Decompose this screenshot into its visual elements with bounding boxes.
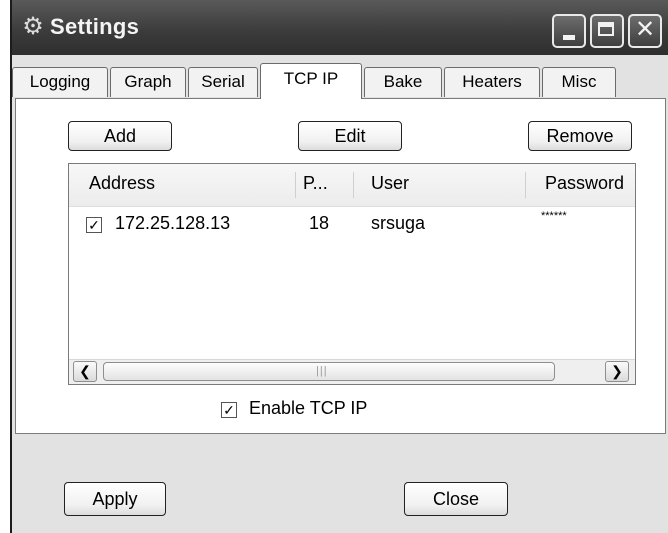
enable-tcp-ip-label[interactable]: Enable TCP IP xyxy=(249,398,367,419)
cell-port: 18 xyxy=(309,213,330,233)
scrollbar-thumb[interactable]: ||| xyxy=(103,362,555,381)
remove-button[interactable]: Remove xyxy=(528,121,632,151)
scroll-right-button[interactable]: ❯ xyxy=(605,361,629,382)
cell-address: 172.25.128.13 xyxy=(115,213,231,233)
cell-user: srsuga xyxy=(371,213,426,233)
tab-bake[interactable]: Bake xyxy=(364,67,442,97)
gear-icon: ⚙ xyxy=(22,13,44,40)
column-divider[interactable] xyxy=(295,172,296,198)
tab-graph[interactable]: Graph xyxy=(110,67,186,97)
tcp-ip-panel: Add Edit Remove Address P... User Passwo… xyxy=(15,98,666,434)
title-bar[interactable]: ⚙ Settings ✕ xyxy=(12,0,668,55)
minimize-icon xyxy=(563,35,575,40)
column-port[interactable]: P... xyxy=(303,173,328,194)
window-title: Settings xyxy=(50,14,140,39)
row-checkbox[interactable]: ✓ xyxy=(86,217,102,233)
minimize-button[interactable] xyxy=(552,14,586,48)
table-row[interactable]: ✓ 172.25.128.13 18 srsuga ****** xyxy=(69,210,635,240)
maximize-icon xyxy=(598,22,614,36)
chevron-left-icon: ❮ xyxy=(79,363,91,379)
close-icon: ✕ xyxy=(634,16,656,43)
list-header: Address P... User Password xyxy=(69,164,635,207)
column-address[interactable]: Address xyxy=(89,173,155,194)
chevron-right-icon: ❯ xyxy=(611,363,623,379)
cell-password: ****** xyxy=(541,210,567,222)
scroll-left-button[interactable]: ❮ xyxy=(73,361,97,382)
column-divider[interactable] xyxy=(353,172,354,198)
horizontal-scrollbar[interactable]: ❮ ||| ❯ xyxy=(69,359,635,384)
maximize-button[interactable] xyxy=(590,14,624,48)
edit-button[interactable]: Edit xyxy=(298,121,402,151)
tab-logging[interactable]: Logging xyxy=(12,67,108,97)
tab-serial[interactable]: Serial xyxy=(188,67,258,97)
tab-strip: Logging Graph Serial TCP IP Bake Heaters… xyxy=(12,63,668,99)
connection-list[interactable]: Address P... User Password ✓ 172.25.128.… xyxy=(68,163,636,385)
column-user[interactable]: User xyxy=(371,173,409,194)
column-divider[interactable] xyxy=(525,172,526,198)
tab-tcp-ip[interactable]: TCP IP xyxy=(260,63,362,99)
apply-button[interactable]: Apply xyxy=(64,482,166,516)
add-button[interactable]: Add xyxy=(68,121,172,151)
close-button[interactable]: Close xyxy=(404,482,508,516)
tab-heaters[interactable]: Heaters xyxy=(444,67,540,97)
settings-window: ⚙ Settings ✕ Logging Graph Serial TCP IP… xyxy=(10,0,668,533)
column-password[interactable]: Password xyxy=(545,173,624,194)
enable-tcp-ip-checkbox[interactable]: ✓ xyxy=(221,402,237,418)
grip-icon: ||| xyxy=(316,365,328,377)
close-window-button[interactable]: ✕ xyxy=(628,14,662,48)
tab-misc[interactable]: Misc xyxy=(542,67,616,97)
